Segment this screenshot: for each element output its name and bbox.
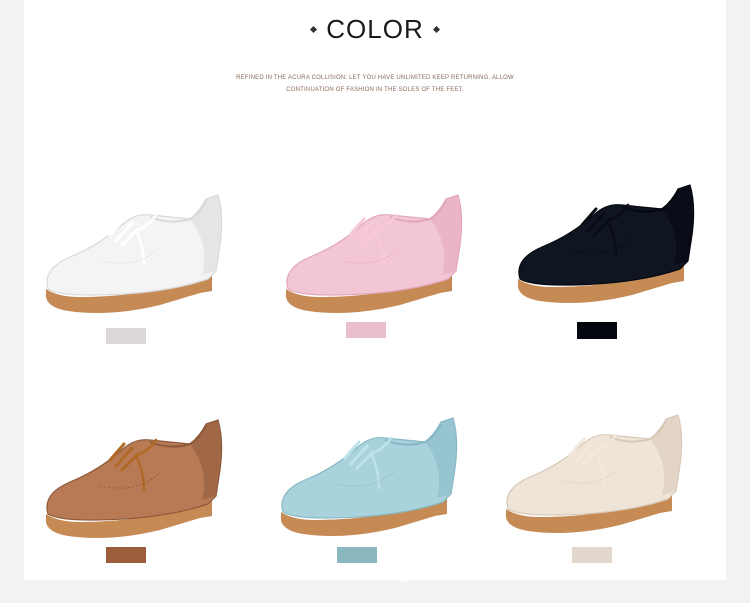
diamond-left-icon — [310, 25, 318, 34]
shoe-image-beige — [505, 414, 683, 533]
shoe-upper — [506, 414, 683, 516]
color-swatch-white[interactable] — [106, 328, 146, 344]
shoe-upper — [46, 419, 223, 521]
shoe-item-beige[interactable] — [500, 405, 730, 585]
shoe-image-pink — [285, 194, 463, 313]
shoe-item-black[interactable] — [512, 175, 742, 355]
shoe-upper — [46, 194, 223, 296]
shoe-image-light-blue — [280, 417, 458, 536]
subtitle-line-1: REFINED IN THE ACURA COLLISION: LET YOU … — [236, 75, 514, 81]
shoe-upper — [286, 194, 463, 296]
shoe-upper — [281, 417, 458, 519]
shoe-item-pink[interactable] — [280, 185, 510, 365]
page-title: COLOR — [326, 14, 424, 44]
color-swatch-brown[interactable] — [106, 547, 146, 563]
shoe-item-light-blue[interactable] — [275, 408, 505, 588]
diamond-right-icon — [432, 25, 440, 34]
color-swatch-light-blue[interactable] — [337, 547, 377, 563]
shoe-image-black — [517, 184, 695, 303]
subtitle-line-2: CONTINUATION OF FASHION IN THE SOLES OF … — [286, 87, 464, 93]
shoe-image-white — [45, 194, 223, 313]
color-swatch-pink[interactable] — [346, 322, 386, 338]
shoe-image-brown — [45, 419, 223, 538]
shoe-item-white[interactable] — [40, 185, 270, 365]
shoe-item-brown[interactable] — [40, 410, 270, 590]
shoe-upper — [518, 184, 695, 286]
color-swatch-black[interactable] — [577, 322, 617, 339]
color-swatch-beige[interactable] — [572, 547, 612, 563]
title-row: COLOR — [0, 14, 750, 45]
